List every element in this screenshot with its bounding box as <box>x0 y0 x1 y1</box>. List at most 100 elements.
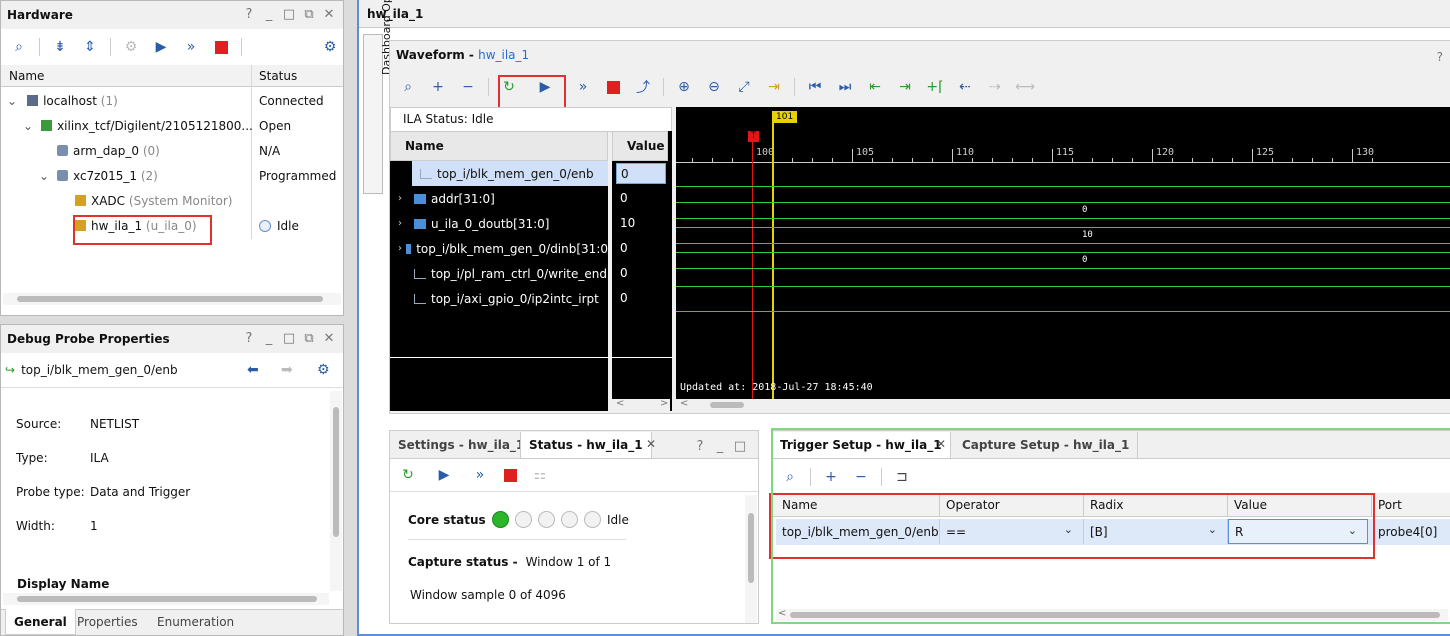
highlight-hw-ila <box>73 215 212 245</box>
bus-trace-edge <box>676 268 1450 269</box>
property-key: Type: <box>16 451 48 465</box>
tab-general[interactable]: General <box>5 609 76 635</box>
help-icon[interactable]: ? <box>1437 50 1443 64</box>
run-trigger-icon[interactable]: ▶ <box>147 35 175 59</box>
wave-hscroll[interactable]: < <box>676 398 1450 411</box>
expand-chevron-icon[interactable]: › <box>390 193 414 204</box>
auto-connect-icon[interactable]: ⚙ <box>117 35 145 59</box>
dashboard-options-tab[interactable]: Dashboard Options <box>363 0 393 194</box>
expand-chevron-icon[interactable]: › <box>390 243 406 254</box>
status-vscroll[interactable] <box>745 495 757 623</box>
run-immediate-icon[interactable]: » <box>466 463 494 487</box>
maximize-icon[interactable]: □ <box>732 439 748 454</box>
swap-cursors-icon[interactable]: ⟷ <box>1011 75 1039 99</box>
add-icon[interactable]: + <box>424 75 452 99</box>
tree-row-arm-dap[interactable]: arm_dap_0 (0) N/A <box>1 138 343 163</box>
float-icon[interactable]: ⧉ <box>301 7 317 22</box>
next-transition-icon[interactable]: ⇥ <box>891 75 919 99</box>
run-trigger-repeat-icon[interactable]: ↻ <box>394 463 422 487</box>
debug-vscroll[interactable] <box>330 391 342 591</box>
signal-row[interactable]: › u_ila_0_doutb[31:0] <box>390 211 608 236</box>
waveform-link[interactable]: hw_ila_1 <box>478 48 529 62</box>
minimize-icon[interactable]: _ <box>261 331 277 346</box>
property-value: Data and Trigger <box>90 485 191 499</box>
go-cursor-icon[interactable]: ⇥ <box>760 75 788 99</box>
zoom-fit-icon[interactable]: ⤢ <box>730 75 758 99</box>
minimize-icon[interactable]: _ <box>261 7 277 22</box>
close-icon[interactable]: ✕ <box>321 331 337 346</box>
search-icon[interactable]: ⌕ <box>5 35 33 59</box>
cursor-line[interactable] <box>772 111 774 399</box>
back-arrow-icon[interactable]: ⬅ <box>247 362 259 378</box>
time-axis <box>676 162 1450 163</box>
run-immediate-icon[interactable]: » <box>177 35 205 59</box>
property-value: ILA <box>90 451 109 465</box>
status-circle <box>538 511 555 528</box>
tree-label: XADC <box>91 193 126 208</box>
signal-value: 0 <box>620 291 628 305</box>
minimize-icon[interactable]: _ <box>712 439 728 454</box>
previous-transition-icon[interactable]: ⇤ <box>861 75 889 99</box>
signal-value: 0 <box>616 163 666 184</box>
zoom-in-icon[interactable]: ⊕ <box>670 75 698 99</box>
tick-mark <box>1332 158 1333 162</box>
maximize-icon[interactable]: □ <box>281 331 297 346</box>
settings-gear-icon[interactable]: ⚙ <box>316 35 344 59</box>
expand-all-icon[interactable]: ⇕ <box>76 35 104 59</box>
stop-icon[interactable] <box>496 463 524 487</box>
help-icon[interactable]: ? <box>241 331 257 346</box>
close-tab-icon[interactable]: ✕ <box>646 437 656 451</box>
zoom-out-icon[interactable]: ⊖ <box>700 75 728 99</box>
waveform-canvas[interactable]: 100 105 110 115 120 125 130 T 101 0 10 0 Updated… <box>676 107 1450 399</box>
cursor-label[interactable]: 101 <box>772 111 798 123</box>
value-hscroll[interactable]: < > <box>612 398 670 411</box>
signal-value: 10 <box>620 216 636 230</box>
remove-icon[interactable]: − <box>454 75 482 99</box>
tree-row-xc7z015[interactable]: ⌄ xc7z015_1 (2) Programmed <box>1 163 343 188</box>
help-icon[interactable]: ? <box>241 7 257 22</box>
status-text: Open <box>259 118 292 133</box>
signal-row[interactable]: top_i/blk_mem_gen_0/enb <box>412 161 608 186</box>
close-icon[interactable]: ✕ <box>321 7 337 22</box>
help-icon[interactable]: ? <box>692 439 708 454</box>
maximize-icon[interactable]: □ <box>281 7 297 22</box>
tab-enumeration[interactable]: Enumeration <box>149 609 242 635</box>
search-icon[interactable]: ⌕ <box>394 75 422 99</box>
tick-mark <box>832 158 833 162</box>
debug-hscroll[interactable] <box>3 593 329 605</box>
collapse-all-icon[interactable]: ⇟ <box>46 35 74 59</box>
trigger-marker[interactable]: T <box>748 131 759 142</box>
export-icon[interactable]: ⤴ <box>629 75 657 99</box>
tree-row-xadc[interactable]: XADC (System Monitor) <box>1 188 343 213</box>
go-end-icon[interactable]: ⏭ <box>831 75 859 99</box>
tree-suffix: (0) <box>142 143 160 158</box>
float-icon[interactable]: ⧉ <box>301 331 317 346</box>
run-trigger-icon[interactable]: ▶ <box>430 463 458 487</box>
tree-row-xilinx-tcf[interactable]: ⌄ xilinx_tcf/Digilent/2105121800... Open <box>1 113 343 138</box>
signal-row[interactable]: top_i/axi_gpio_0/ip2intc_irpt <box>390 286 608 311</box>
signal-row[interactable]: › top_i/blk_mem_gen_0/dinb[31:0 <box>390 236 608 261</box>
bus-value-label: 0 <box>1082 255 1088 265</box>
previous-marker-icon[interactable]: ⇠ <box>951 75 979 99</box>
property-key: Source: <box>16 417 62 431</box>
tick-mark <box>1212 158 1213 162</box>
forward-arrow-icon[interactable]: ➡ <box>281 362 293 378</box>
tab-settings[interactable]: Settings - hw_ila_1 <box>390 432 532 458</box>
next-marker-icon[interactable]: ⇢ <box>981 75 1009 99</box>
hardware-hscroll[interactable] <box>3 293 341 305</box>
tree-row-localhost[interactable]: ⌄ localhost (1) Connected <box>1 88 343 113</box>
settings-gear-icon[interactable]: ⚙ <box>317 362 330 378</box>
run-immediate-icon[interactable]: » <box>569 75 597 99</box>
signal-row[interactable]: top_i/pl_ram_ctrl_0/write_end <box>390 261 608 286</box>
status-text: Idle <box>277 218 299 233</box>
waveform-title: Waveform - hw_ila_1 <box>396 48 530 62</box>
tab-status[interactable]: Status - hw_ila_1 <box>520 432 652 458</box>
expand-chevron-icon[interactable]: › <box>390 218 414 229</box>
stop-icon[interactable] <box>207 35 235 59</box>
add-marker-icon[interactable]: +⌈ <box>921 75 949 99</box>
stop-icon[interactable] <box>599 75 627 99</box>
signal-row[interactable]: › addr[31:0] <box>390 186 608 211</box>
tab-properties[interactable]: Properties <box>69 609 146 635</box>
go-start-icon[interactable]: ⏮ <box>801 75 829 99</box>
export-icon[interactable]: ⚏ <box>526 463 554 487</box>
